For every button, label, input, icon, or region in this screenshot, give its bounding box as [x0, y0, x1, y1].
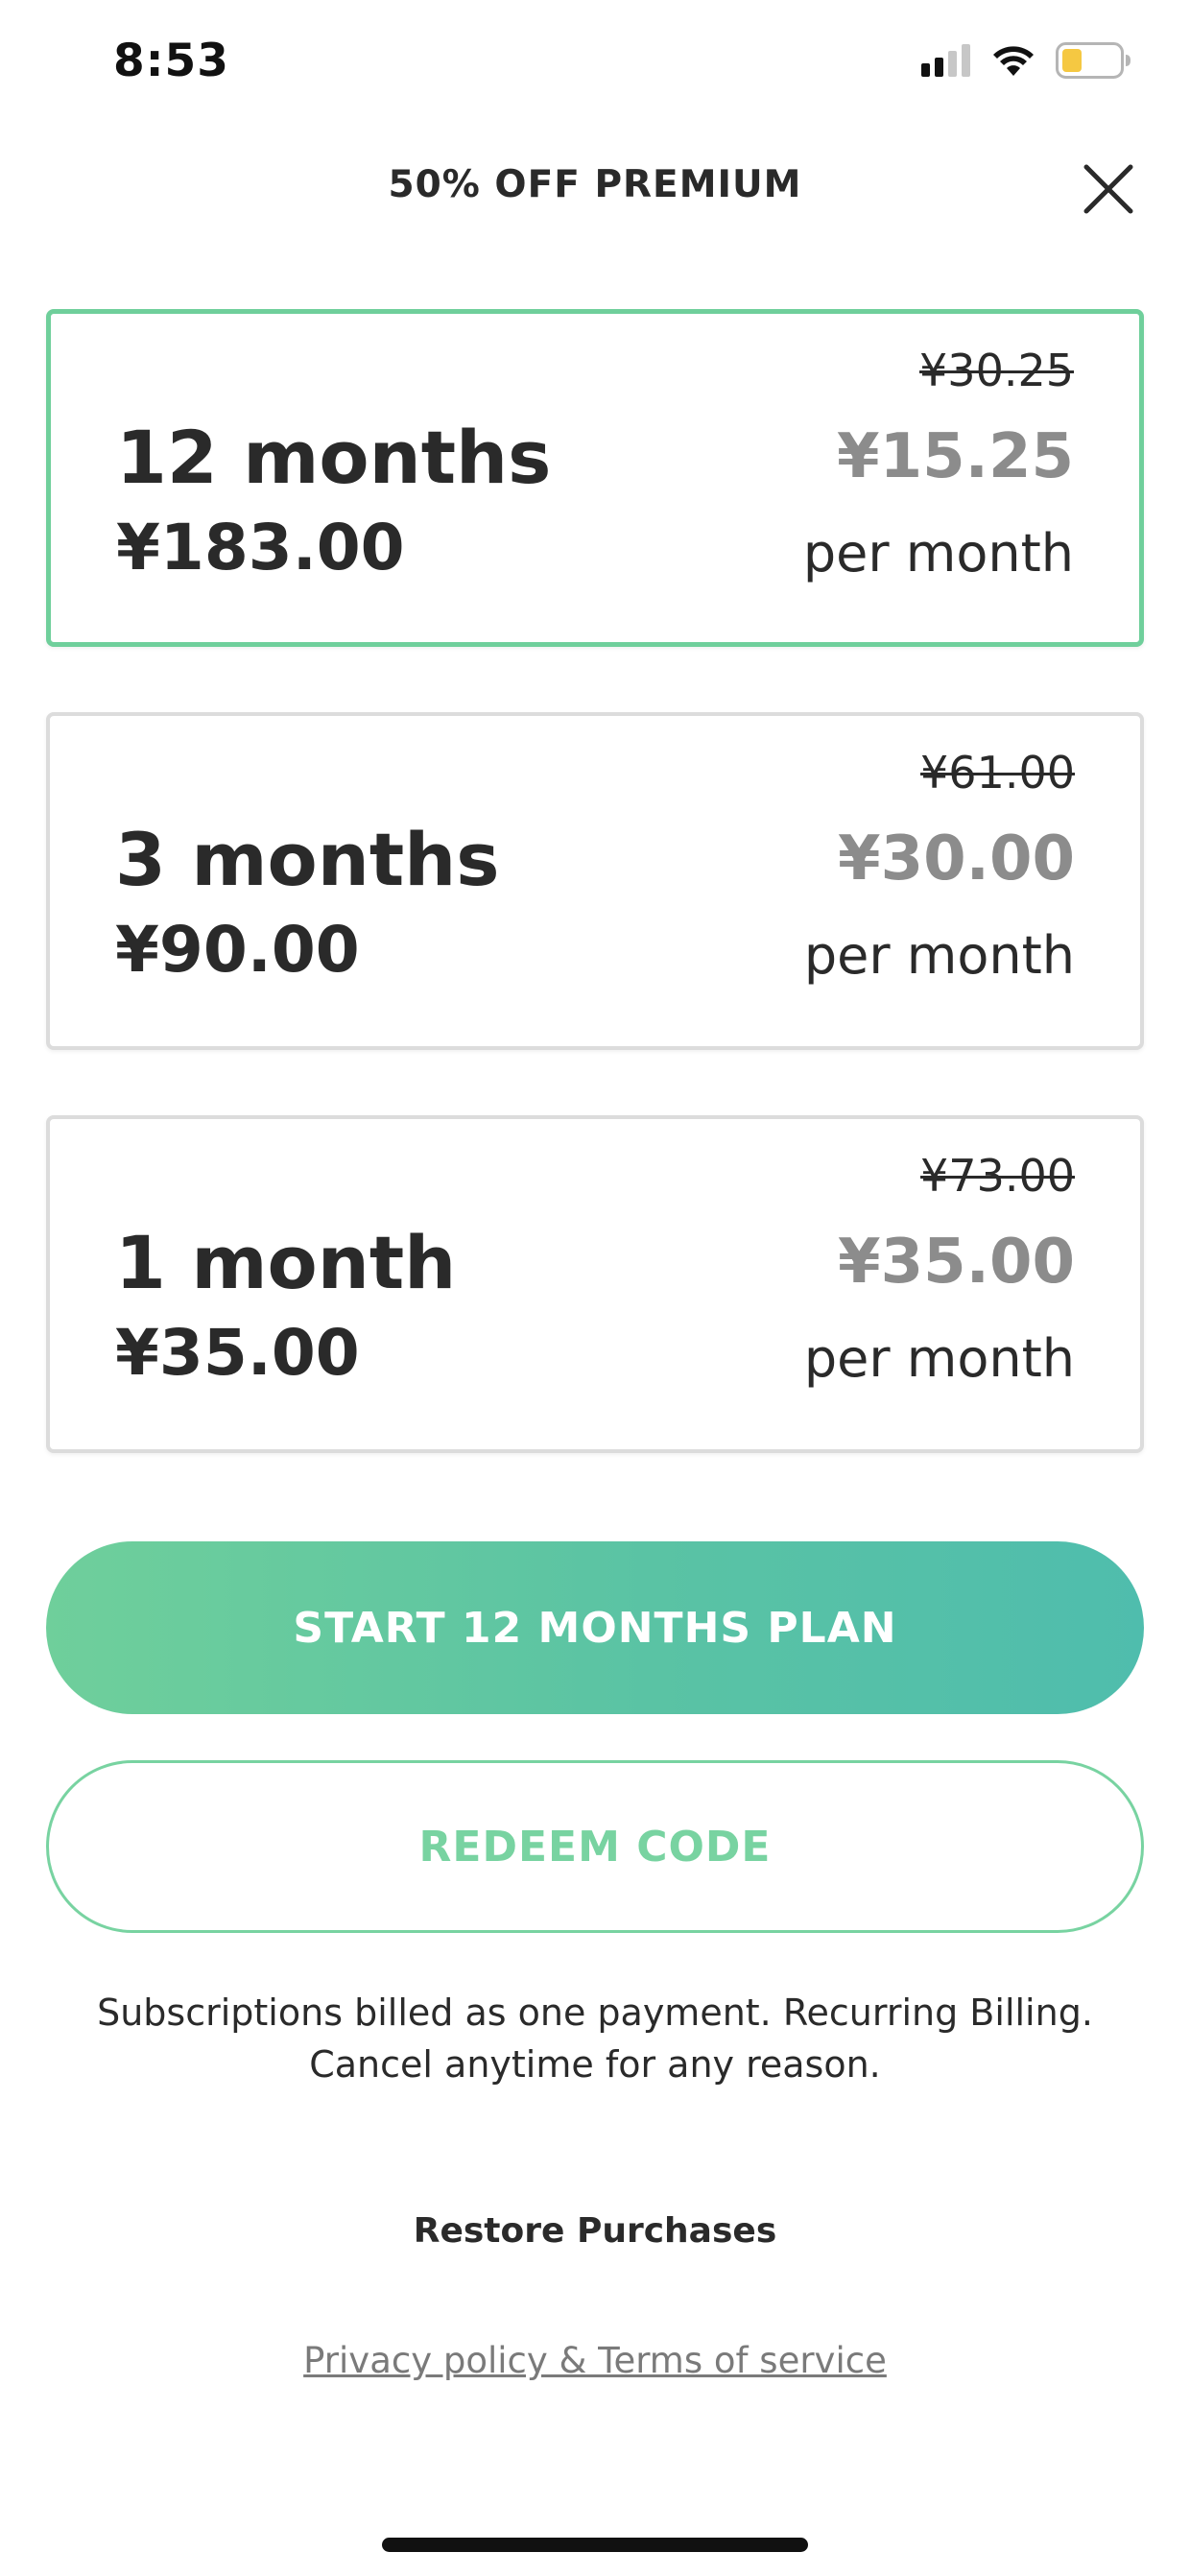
close-button[interactable]	[1081, 161, 1136, 217]
plan-total-price: ¥183.00	[116, 511, 405, 584]
home-indicator[interactable]	[382, 2538, 808, 2552]
plan-per-month-label: per month	[803, 925, 1075, 986]
plan-duration: 1 month	[115, 1220, 457, 1305]
status-time: 8:53	[113, 35, 229, 87]
wifi-icon	[990, 43, 1036, 82]
plan-total-price: ¥35.00	[115, 1316, 360, 1390]
plan-card-1-month[interactable]: ¥73.00 1 month ¥35.00 ¥35.00 per month	[46, 1115, 1144, 1453]
plan-original-price: ¥30.25	[919, 345, 1074, 396]
plan-per-month-label: per month	[803, 1328, 1075, 1389]
plan-monthly-price: ¥30.00	[838, 823, 1075, 894]
plan-original-price: ¥73.00	[920, 1150, 1075, 1202]
plan-original-price: ¥61.00	[920, 747, 1075, 799]
restore-purchases-link[interactable]: Restore Purchases	[0, 2211, 1190, 2251]
plan-per-month-label: per month	[802, 523, 1074, 584]
redeem-code-button[interactable]: REDEEM CODE	[46, 1760, 1144, 1933]
status-icons	[921, 42, 1132, 83]
start-plan-button[interactable]: START 12 MONTHS PLAN	[46, 1541, 1144, 1714]
status-bar: 8:53	[0, 0, 1190, 134]
plan-card-3-months[interactable]: ¥61.00 3 months ¥30.00 ¥90.00 per month	[46, 712, 1144, 1050]
plan-total-price: ¥90.00	[115, 913, 360, 987]
billing-disclaimer: Subscriptions billed as one payment. Rec…	[58, 1987, 1132, 2090]
plan-monthly-price: ¥35.00	[838, 1227, 1075, 1298]
disclaimer-line-2: Cancel anytime for any reason.	[309, 2043, 881, 2086]
plan-list: ¥30.25 12 months ¥15.25 ¥183.00 per mont…	[46, 309, 1144, 1518]
plan-card-12-months[interactable]: ¥30.25 12 months ¥15.25 ¥183.00 per mont…	[46, 309, 1144, 647]
cellular-signal-icon	[921, 44, 971, 81]
disclaimer-line-1: Subscriptions billed as one payment. Rec…	[97, 1992, 1093, 2034]
close-icon	[1083, 164, 1133, 214]
battery-icon	[1056, 42, 1132, 83]
plan-monthly-price: ¥15.25	[837, 421, 1074, 492]
plan-duration: 3 months	[115, 817, 500, 902]
privacy-terms-link[interactable]: Privacy policy & Terms of service	[0, 2340, 1190, 2381]
plan-duration: 12 months	[116, 415, 552, 500]
page-title: 50% OFF PREMIUM	[388, 163, 802, 206]
